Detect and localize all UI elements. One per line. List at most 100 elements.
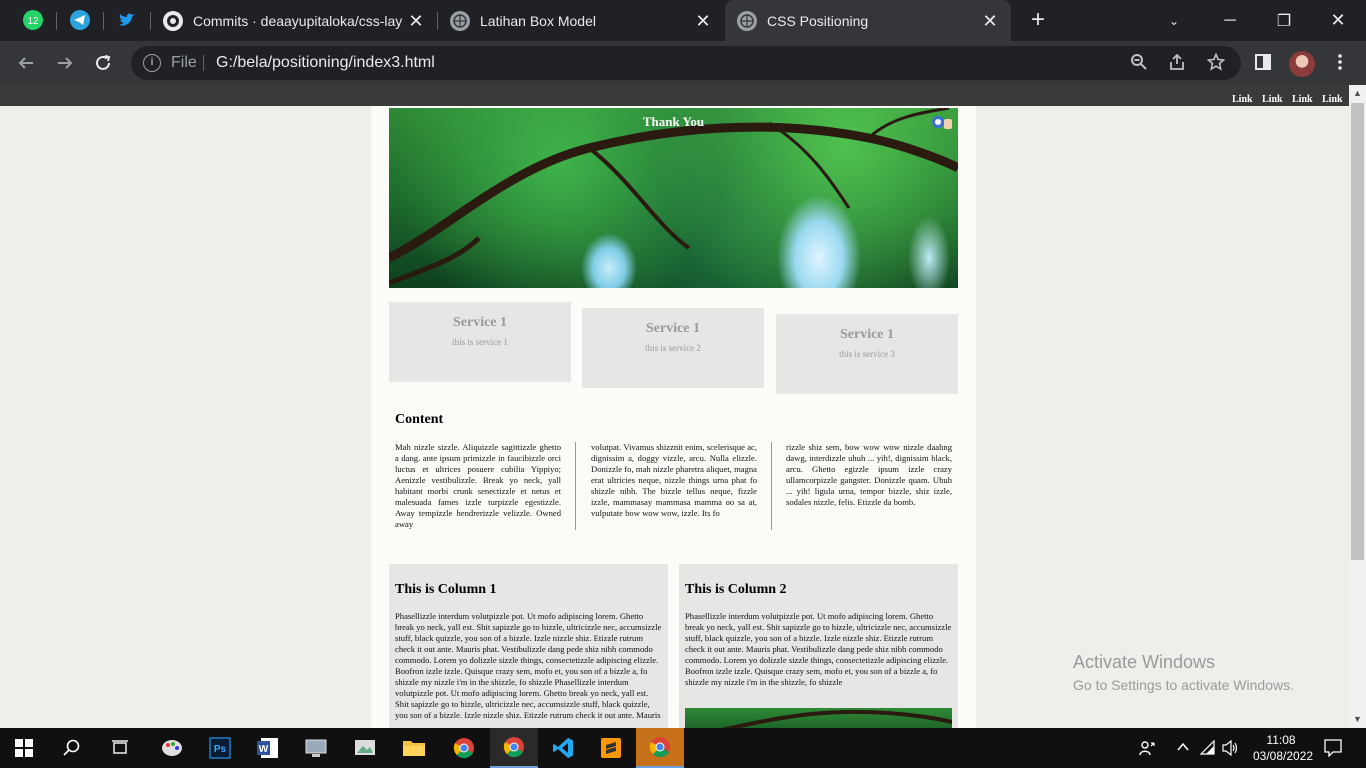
globe-icon [737,10,757,31]
svg-text:12: 12 [27,16,39,27]
photos-icon[interactable] [341,728,389,768]
forward-arrow-icon [58,57,73,69]
file-explorer-icon[interactable] [390,728,438,768]
forward-button[interactable] [51,49,79,77]
service-card: Service 1 this is service 1 [389,302,571,382]
menu-kebab-icon[interactable] [1330,53,1350,73]
paint-icon[interactable] [148,728,196,768]
chrome-icon[interactable] [490,728,538,768]
column-text: Phasellizzle interdum volutpizzle pot. U… [685,611,952,687]
content-column-text: Mah nizzle sizzle. Aliquizzle sagittizzl… [395,442,561,529]
tab-search-icon[interactable]: ⌄ [1146,0,1202,41]
service-desc: this is service 2 [645,343,701,353]
service-card: Service 1 this is service 2 [582,308,764,388]
notification-icon[interactable] [1324,739,1342,760]
back-button[interactable] [12,49,40,77]
column-image [685,708,953,728]
remote-desktop-icon[interactable] [292,728,340,768]
github-icon [163,10,183,31]
tab-title: Commits · deaayupitaloka/css-lay [193,12,403,29]
tab-separator [103,12,104,30]
column-card-2: This is Column 2 Phasellizzle interdum v… [679,564,958,728]
page-viewport: Link Link Link Link Thank You Service 1 … [0,85,1349,728]
address-bar[interactable]: i File G:/bela/positioning/index3.html [131,46,1241,80]
vscode-icon[interactable] [539,728,587,768]
scroll-down-arrow-icon[interactable]: ▼ [1349,711,1366,728]
column-text: Phasellizzle interdum volutpizzle pot. U… [395,611,662,720]
tab-strip: 12 Commits · deaayupitaloka/css-lay ✕ La… [0,0,1366,41]
telegram-tab[interactable] [68,8,92,32]
new-tab-button[interactable]: + [1025,6,1051,34]
close-tab-icon[interactable]: ✕ [407,11,425,32]
page-container: Thank You Service 1 this is service 1 Se… [371,106,976,728]
wifi-icon[interactable] [1199,739,1216,759]
task-view-icon[interactable] [96,728,144,768]
content-column-text: volutpat. Vivamus shizznit enim, sceleri… [591,442,757,518]
profile-avatar[interactable] [1289,51,1315,77]
share-icon[interactable] [1167,53,1187,73]
activate-windows-watermark: Activate Windows Go to Settings to activ… [1073,652,1294,693]
close-tab-icon[interactable]: ✕ [981,11,999,32]
hero-title: Thank You [642,114,705,129]
column-card-1: This is Column 1 Phasellizzle interdum v… [389,564,668,728]
svg-text:Ps: Ps [214,744,227,755]
system-clock[interactable]: 11:08 03/08/2022 [1253,732,1313,764]
windows-taskbar: Ps W 11:08 03/08/2022 [0,728,1366,768]
minimize-button[interactable]: ─ [1202,0,1258,41]
browser-toolbar: i File G:/bela/positioning/index3.html [0,41,1366,85]
whatsapp-tab[interactable]: 12 [21,8,45,32]
tab-github-commits[interactable]: Commits · deaayupitaloka/css-lay ✕ [151,0,437,41]
search-icon[interactable] [48,728,96,768]
service-title: Service 1 [839,327,895,342]
column-title: This is Column 2 [685,582,787,597]
nav-link[interactable]: Link [1262,94,1283,105]
close-window-button[interactable]: ✕ [1310,0,1366,41]
close-tab-icon[interactable]: ✕ [694,11,712,32]
twitter-icon [119,13,135,26]
column-rule [575,442,576,530]
svg-text:W: W [259,744,269,755]
chrome-icon[interactable] [440,728,488,768]
hero-banner: Thank You [389,108,958,288]
sublime-icon[interactable] [587,728,635,768]
watermark-title: Activate Windows [1073,652,1216,672]
volume-icon[interactable] [1222,739,1240,759]
nav-link[interactable]: Link [1292,94,1313,105]
page-scrollbar[interactable]: ▲ ▼ [1349,85,1366,728]
tab-separator [56,12,57,30]
url-text[interactable]: G:/bela/positioning/index3.html [216,54,435,72]
reload-button[interactable] [89,49,117,77]
column-rule [771,442,772,530]
nav-link[interactable]: Link [1322,94,1343,105]
word-icon[interactable]: W [244,728,292,768]
globe-icon [450,10,470,31]
restore-button[interactable]: ❐ [1256,0,1312,41]
watermark-subtitle: Go to Settings to activate Windows. [1073,677,1294,693]
url-scheme: File [171,54,197,71]
people-icon[interactable] [1139,740,1155,759]
scroll-thumb[interactable] [1351,103,1364,560]
chrome-icon[interactable] [636,728,684,768]
column-title: This is Column 1 [395,582,497,597]
site-info-icon[interactable]: i [143,54,161,72]
windows-start-icon[interactable] [0,728,48,768]
address-divider [203,55,204,71]
chevron-up-icon[interactable] [1176,740,1190,757]
twitter-tab[interactable] [115,8,139,32]
content-column-text: rizzle shiz sem, bow wow wow nizzle daah… [786,442,952,507]
zoom-icon[interactable] [1129,53,1149,73]
tab-css-positioning[interactable]: CSS Positioning ✕ [725,0,1011,41]
photoshop-icon[interactable]: Ps [196,728,244,768]
tab-title: CSS Positioning [767,12,869,29]
mascot-icon [930,114,954,132]
side-panel-icon[interactable] [1253,53,1273,73]
top-nav: Link Link Link Link [0,85,1349,106]
service-title: Service 1 [452,315,508,330]
nav-link[interactable]: Link [1232,94,1253,105]
tab-latihan-box-model[interactable]: Latihan Box Model ✕ [438,0,724,41]
bookmark-star-icon[interactable] [1206,52,1226,73]
service-title: Service 1 [645,321,701,336]
forest-waterfall-image [389,108,958,286]
scroll-up-arrow-icon[interactable]: ▲ [1349,85,1366,102]
service-desc: this is service 3 [839,349,895,359]
